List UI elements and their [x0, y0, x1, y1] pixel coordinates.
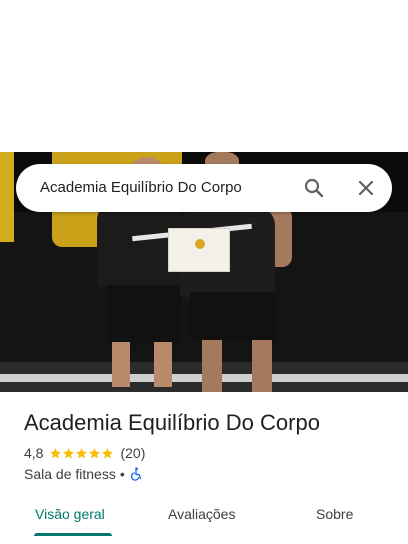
- photo-certificate: [168, 228, 230, 272]
- active-tab-indicator: [34, 533, 112, 536]
- star-icon: [50, 447, 62, 458]
- search-input[interactable]: Academia Equilíbrio Do Corpo: [40, 178, 290, 198]
- close-icon[interactable]: [354, 176, 378, 200]
- search-bar[interactable]: Academia Equilíbrio Do Corpo: [16, 164, 392, 212]
- star-icon: [76, 447, 88, 458]
- review-count[interactable]: (20): [120, 445, 145, 461]
- map-blank-area: [0, 0, 408, 152]
- star-icon: [102, 447, 114, 458]
- photo-wall-art-left: [0, 152, 14, 242]
- tab-overview[interactable]: Visão geral: [35, 504, 105, 524]
- place-title: Academia Equilíbrio Do Corpo: [24, 410, 320, 435]
- rating-value: 4,8: [24, 445, 44, 461]
- star-rating: [49, 447, 114, 460]
- tab-reviews[interactable]: Avaliações: [168, 504, 235, 524]
- tab-about[interactable]: Sobre: [316, 504, 353, 524]
- star-icon: [89, 447, 101, 458]
- rating-row[interactable]: 4,8 (20): [24, 444, 145, 462]
- category-row: Sala de fitness •: [24, 465, 143, 483]
- separator-dot: •: [119, 466, 125, 482]
- place-tabs: Visão geral Avaliações Sobre: [0, 492, 408, 544]
- wheelchair-icon: [129, 467, 143, 481]
- place-category: Sala de fitness: [24, 466, 116, 482]
- star-icon: [63, 447, 75, 458]
- search-icon[interactable]: [302, 176, 326, 200]
